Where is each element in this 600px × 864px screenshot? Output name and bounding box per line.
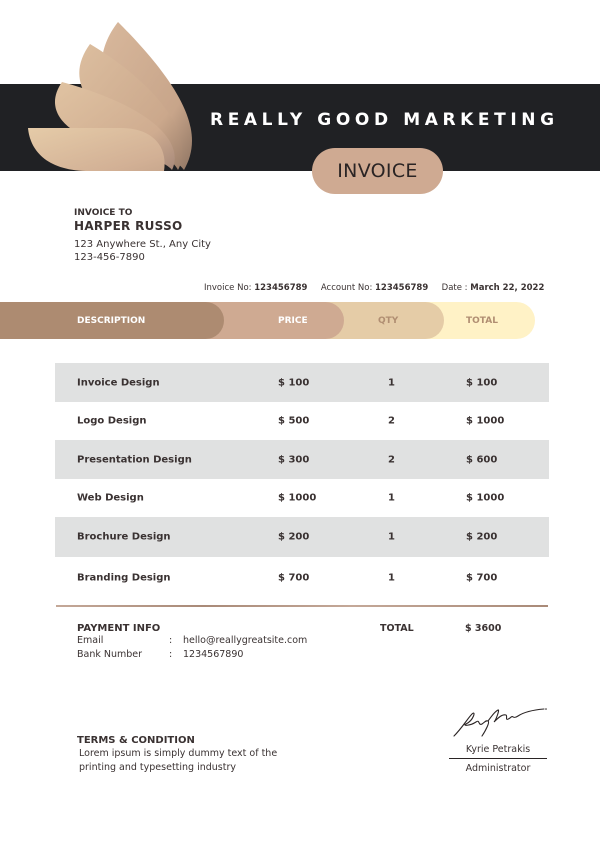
table-row: Invoice Design $ 100 1 $ 100 bbox=[55, 363, 549, 402]
invoice-meta: Invoice No: 123456789 Account No: 123456… bbox=[204, 283, 544, 293]
payment-info-title: PAYMENT INFO bbox=[77, 623, 161, 634]
item-description: Logo Design bbox=[77, 415, 147, 427]
table-header: TOTAL QTY PRICE DESCRIPTION bbox=[0, 302, 600, 339]
table-row: Web Design $ 1000 1 $ 1000 bbox=[55, 479, 549, 517]
table-divider bbox=[56, 605, 548, 607]
item-price: $ 500 bbox=[278, 415, 310, 427]
item-description: Web Design bbox=[77, 492, 144, 504]
header-description: DESCRIPTION bbox=[77, 315, 146, 326]
invoice-no-value: 123456789 bbox=[254, 283, 308, 293]
bill-to-label: INVOICE TO bbox=[74, 208, 133, 218]
table-row: Presentation Design $ 300 2 $ 600 bbox=[55, 440, 549, 479]
client-name: HARPER RUSSO bbox=[74, 219, 183, 233]
item-qty: 1 bbox=[388, 572, 395, 584]
email-label: Email bbox=[77, 635, 104, 646]
item-qty: 2 bbox=[388, 415, 395, 427]
item-price: $ 100 bbox=[278, 377, 310, 388]
item-description: Brochure Design bbox=[77, 531, 171, 543]
table-row: Logo Design $ 500 2 $ 1000 bbox=[55, 402, 549, 440]
bank-value: 1234567890 bbox=[183, 648, 244, 660]
signer-role: Administrator bbox=[465, 763, 531, 774]
item-price: $ 200 bbox=[278, 531, 310, 543]
table-row: Branding Design $ 700 1 $ 700 bbox=[55, 557, 549, 599]
terms-block: TERMS & CONDITION Lorem ipsum is simply … bbox=[77, 735, 277, 775]
handwritten-signature-icon bbox=[453, 708, 547, 737]
payment-email-row: Email: hello@reallygreatsite.com bbox=[77, 634, 307, 648]
bank-separator: : bbox=[169, 648, 173, 660]
bill-to-block: INVOICE TO HARPER RUSSO 123 Anywhere St.… bbox=[74, 208, 211, 264]
item-description: Invoice Design bbox=[77, 377, 160, 388]
header-total: TOTAL bbox=[466, 315, 498, 326]
header-qty: QTY bbox=[378, 315, 399, 326]
header-description-pill: DESCRIPTION bbox=[0, 302, 224, 339]
logo-feather-4 bbox=[28, 128, 165, 171]
account-no-value: 123456789 bbox=[375, 283, 429, 293]
date-label: Date : bbox=[441, 283, 468, 293]
bank-label: Bank Number bbox=[77, 648, 143, 660]
item-qty: 1 bbox=[388, 492, 395, 504]
payment-info: PAYMENT INFO Email: hello@reallygreatsite… bbox=[77, 623, 307, 661]
item-total: $ 1000 bbox=[466, 492, 505, 504]
table-row: Brochure Design $ 200 1 $ 200 bbox=[55, 517, 549, 557]
item-price: $ 700 bbox=[278, 572, 310, 584]
date-value: March 22, 2022 bbox=[470, 283, 545, 293]
item-total: $ 600 bbox=[466, 454, 498, 465]
item-total: $ 700 bbox=[466, 572, 498, 584]
email-separator: : bbox=[169, 635, 173, 646]
item-description: Presentation Design bbox=[77, 454, 192, 465]
item-total: $ 100 bbox=[466, 377, 498, 388]
grand-total-value: $ 3600 bbox=[465, 623, 502, 634]
item-total: $ 200 bbox=[466, 531, 498, 543]
company-name: REALLY GOOD MARKETING bbox=[210, 110, 559, 130]
item-price: $ 1000 bbox=[278, 492, 317, 504]
terms-line-2: printing and typesetting industry bbox=[79, 762, 237, 773]
header-price: PRICE bbox=[278, 315, 308, 326]
signer-name: Kyrie Petrakis bbox=[465, 744, 531, 755]
client-address: 123 Anywhere St., Any City bbox=[74, 239, 211, 250]
grand-total-label: TOTAL bbox=[380, 623, 414, 634]
invoice-title-badge: INVOICE bbox=[312, 148, 443, 194]
item-total: $ 1000 bbox=[466, 415, 505, 427]
email-value: hello@reallygreatsite.com bbox=[183, 635, 308, 646]
item-qty: 1 bbox=[388, 531, 395, 543]
line-items-table: Invoice Design $ 100 1 $ 100 Logo Design… bbox=[55, 363, 549, 599]
wing-feathers-logo-icon bbox=[28, 22, 192, 171]
invoice-no-label: Invoice No: bbox=[204, 283, 252, 293]
item-price: $ 300 bbox=[278, 454, 310, 465]
item-qty: 2 bbox=[388, 454, 395, 465]
client-phone: 123-456-7890 bbox=[74, 252, 145, 263]
signature-line bbox=[449, 758, 547, 759]
payment-bank-row: Bank Number:1234567890 bbox=[77, 648, 307, 662]
item-description: Branding Design bbox=[77, 572, 171, 584]
terms-line-1: Lorem ipsum is simply dummy text of the bbox=[79, 748, 278, 759]
account-no-label: Account No: bbox=[320, 283, 373, 293]
item-qty: 1 bbox=[388, 377, 395, 388]
terms-title: TERMS & CONDITION bbox=[77, 735, 195, 746]
